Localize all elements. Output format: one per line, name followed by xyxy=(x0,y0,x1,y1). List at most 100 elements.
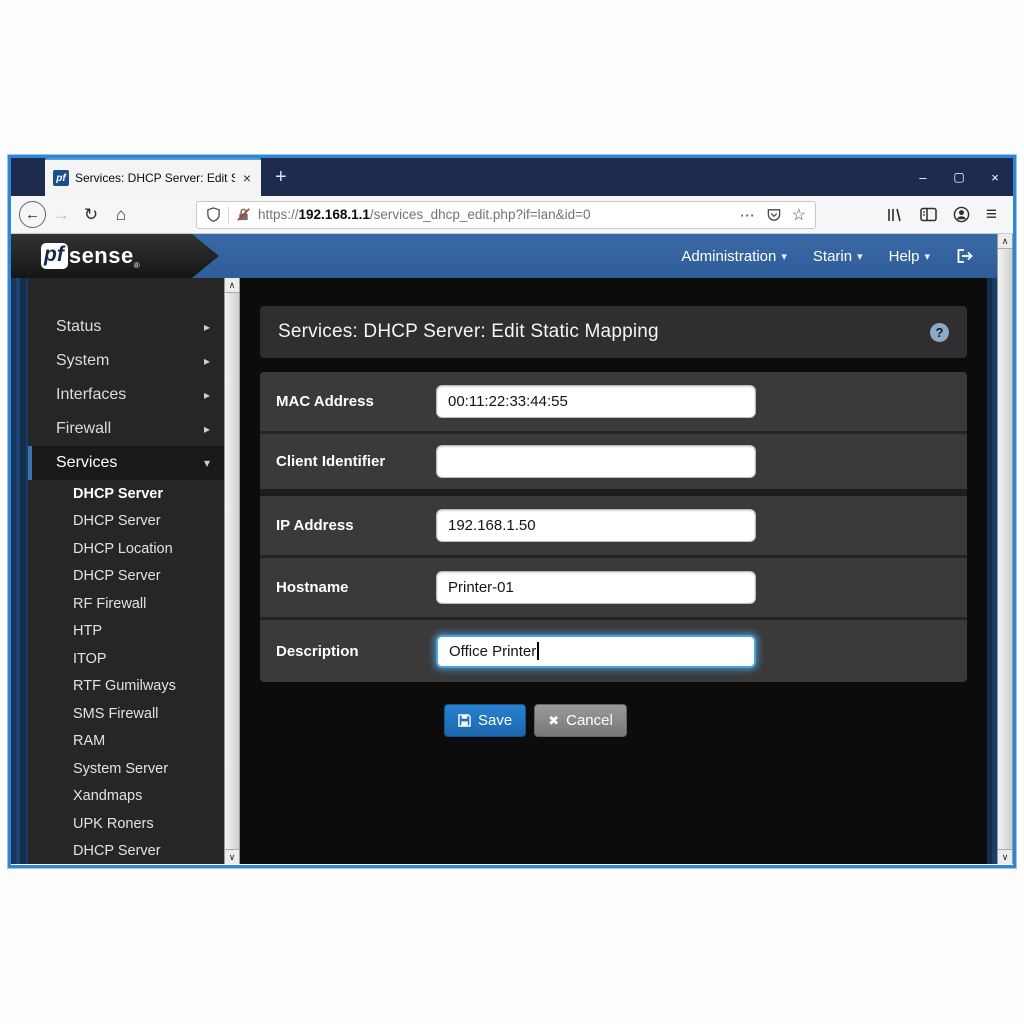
chevron-right-icon: ▸ xyxy=(204,422,210,436)
sidebar-subitem[interactable]: DHCP Server xyxy=(28,508,224,536)
browser-tab[interactable]: pf Services: DHCP Server: Edit S × xyxy=(45,158,261,196)
logout-icon[interactable] xyxy=(956,248,975,264)
static-mapping-form: MAC Address 00:11:22:33:44:55 Client Ide… xyxy=(260,372,967,682)
sidebar-subitem[interactable]: ITOP xyxy=(28,645,224,673)
sidebar-toggle-icon[interactable] xyxy=(920,207,937,222)
cancel-x-icon: ✖ xyxy=(548,713,559,729)
content-area: Services: DHCP Server: Edit Static Mappi… xyxy=(240,278,987,864)
window-minimize-button[interactable]: – xyxy=(905,158,941,196)
back-button[interactable]: ← xyxy=(19,201,46,228)
client-identifier-label: Client Identifier xyxy=(276,453,436,470)
pfsense-header: pf sense ® Administration ▾ Starin ▾ Hel… xyxy=(11,234,1013,278)
chevron-right-icon: ▸ xyxy=(204,320,210,334)
sidebar-subitem[interactable]: System Server xyxy=(28,755,224,783)
form-row-hostname: Hostname Printer-01 xyxy=(260,558,967,620)
form-row-mac-address: MAC Address 00:11:22:33:44:55 xyxy=(260,372,967,434)
sidebar-item-system[interactable]: System ▸ xyxy=(28,344,224,378)
mac-address-label: MAC Address xyxy=(276,393,436,410)
chevron-down-icon: ▾ xyxy=(924,250,930,263)
window-close-button[interactable]: × xyxy=(977,158,1013,196)
url-path: /services_dhcp_edit.php?if=lan&id=0 xyxy=(370,207,591,222)
hostname-field[interactable]: Printer-01 xyxy=(436,571,756,604)
url-scheme: https:// xyxy=(258,207,299,222)
nav-administration[interactable]: Administration ▾ xyxy=(681,248,787,265)
window-maximize-button[interactable]: ▢ xyxy=(941,158,977,196)
ip-address-label: IP Address xyxy=(276,517,436,534)
sidebar: Status ▸ System ▸ Interfaces ▸ Firewall … xyxy=(28,278,224,864)
nav-starin-label: Starin xyxy=(813,248,852,265)
form-row-client-identifier: Client Identifier xyxy=(260,434,967,496)
description-label: Description xyxy=(276,643,436,660)
menu-icon[interactable]: ≡ xyxy=(986,204,997,226)
urlbar-divider xyxy=(228,207,229,223)
library-icon[interactable] xyxy=(886,207,904,223)
nav-help-label: Help xyxy=(889,248,920,265)
save-label: Save xyxy=(478,712,512,729)
sidebar-subitem[interactable]: DHCP Server xyxy=(28,838,224,865)
sidebar-item-status[interactable]: Status ▸ xyxy=(28,310,224,344)
pfsense-page: Status ▸ System ▸ Interfaces ▸ Firewall … xyxy=(11,278,1013,864)
cancel-button[interactable]: ✖ Cancel xyxy=(534,704,627,737)
titlebar-spacer xyxy=(301,158,905,196)
sidebar-subitem[interactable]: DHCP Server xyxy=(28,563,224,591)
new-tab-button[interactable]: + xyxy=(261,158,301,196)
sidebar-item-label: System xyxy=(56,352,109,370)
sidebar-list: Status ▸ System ▸ Interfaces ▸ Firewall … xyxy=(28,278,224,864)
sidebar-subitem[interactable]: HTP xyxy=(28,618,224,646)
nav-administration-label: Administration xyxy=(681,248,776,265)
account-icon[interactable] xyxy=(953,206,970,223)
help-icon[interactable]: ? xyxy=(930,323,949,342)
chevron-right-icon: ▸ xyxy=(204,354,210,368)
url-bar[interactable]: https://192.168.1.1/services_dhcp_edit.p… xyxy=(196,201,816,229)
sidebar-item-label: Firewall xyxy=(56,420,111,438)
pfsense-logo[interactable]: pf sense ® xyxy=(11,234,219,278)
scroll-up-icon[interactable]: ∧ xyxy=(225,278,239,293)
form-buttons: Save ✖ Cancel xyxy=(444,704,967,737)
cancel-label: Cancel xyxy=(566,712,613,729)
url-host: 192.168.1.1 xyxy=(299,207,370,222)
sidebar-subitem-dhcp-server-current[interactable]: DHCP Server xyxy=(28,480,224,508)
sidebar-item-firewall[interactable]: Firewall ▸ xyxy=(28,412,224,446)
nav-starin[interactable]: Starin ▾ xyxy=(813,248,863,265)
shield-icon[interactable] xyxy=(206,207,221,222)
save-icon xyxy=(458,714,471,727)
bookmark-star-icon[interactable]: ☆ xyxy=(792,205,806,225)
sidebar-item-interfaces[interactable]: Interfaces ▸ xyxy=(28,378,224,412)
insecure-lock-icon[interactable] xyxy=(236,207,251,222)
page-scrollbar[interactable]: ∧ ∨ xyxy=(997,234,1013,864)
pfsense-logo-pf: pf xyxy=(41,243,68,269)
sidebar-subitem[interactable]: UPK Roners xyxy=(28,810,224,838)
page-title-panel: Services: DHCP Server: Edit Static Mappi… xyxy=(260,306,967,358)
sidebar-subitem[interactable]: DHCP Location xyxy=(28,535,224,563)
forward-button[interactable]: → xyxy=(46,201,76,229)
sidebar-subitem[interactable]: RAM xyxy=(28,728,224,756)
save-button[interactable]: Save xyxy=(444,704,526,737)
scroll-up-icon[interactable]: ∧ xyxy=(998,234,1012,249)
hostname-label: Hostname xyxy=(276,579,436,596)
description-field[interactable]: Office Printer xyxy=(436,635,756,668)
page-actions-icon[interactable]: ⋯ xyxy=(740,206,756,224)
home-button[interactable]: ⌂ xyxy=(106,201,136,229)
client-identifier-field[interactable] xyxy=(436,445,756,478)
pocket-icon[interactable] xyxy=(766,207,782,222)
scroll-down-icon[interactable]: ∨ xyxy=(998,849,1012,864)
mac-address-field[interactable]: 00:11:22:33:44:55 xyxy=(436,385,756,418)
form-row-description: Description Office Printer xyxy=(260,620,967,682)
page-title: Services: DHCP Server: Edit Static Mappi… xyxy=(278,321,659,343)
ip-address-field[interactable]: 192.168.1.50 xyxy=(436,509,756,542)
pfsense-favicon-icon: pf xyxy=(53,170,69,186)
ip-address-value: 192.168.1.50 xyxy=(448,517,536,534)
nav-help[interactable]: Help ▾ xyxy=(889,248,930,265)
sidebar-subitem[interactable]: RTF Gumilways xyxy=(28,673,224,701)
tab-close-icon[interactable]: × xyxy=(241,170,253,186)
chevron-down-icon: ▾ xyxy=(857,250,863,263)
sidebar-subitem[interactable]: RF Firewall xyxy=(28,590,224,618)
reload-button[interactable]: ↻ xyxy=(76,201,106,229)
sidebar-scrollbar[interactable]: ∧ ∨ xyxy=(224,278,240,864)
hostname-value: Printer-01 xyxy=(448,579,514,596)
sidebar-subitem[interactable]: SMS Firewall xyxy=(28,700,224,728)
sidebar-item-services[interactable]: Services ▾ xyxy=(28,446,224,480)
tab-title: Services: DHCP Server: Edit S xyxy=(75,171,235,185)
sidebar-subitem[interactable]: Xandmaps xyxy=(28,783,224,811)
scroll-down-icon[interactable]: ∨ xyxy=(225,849,239,864)
